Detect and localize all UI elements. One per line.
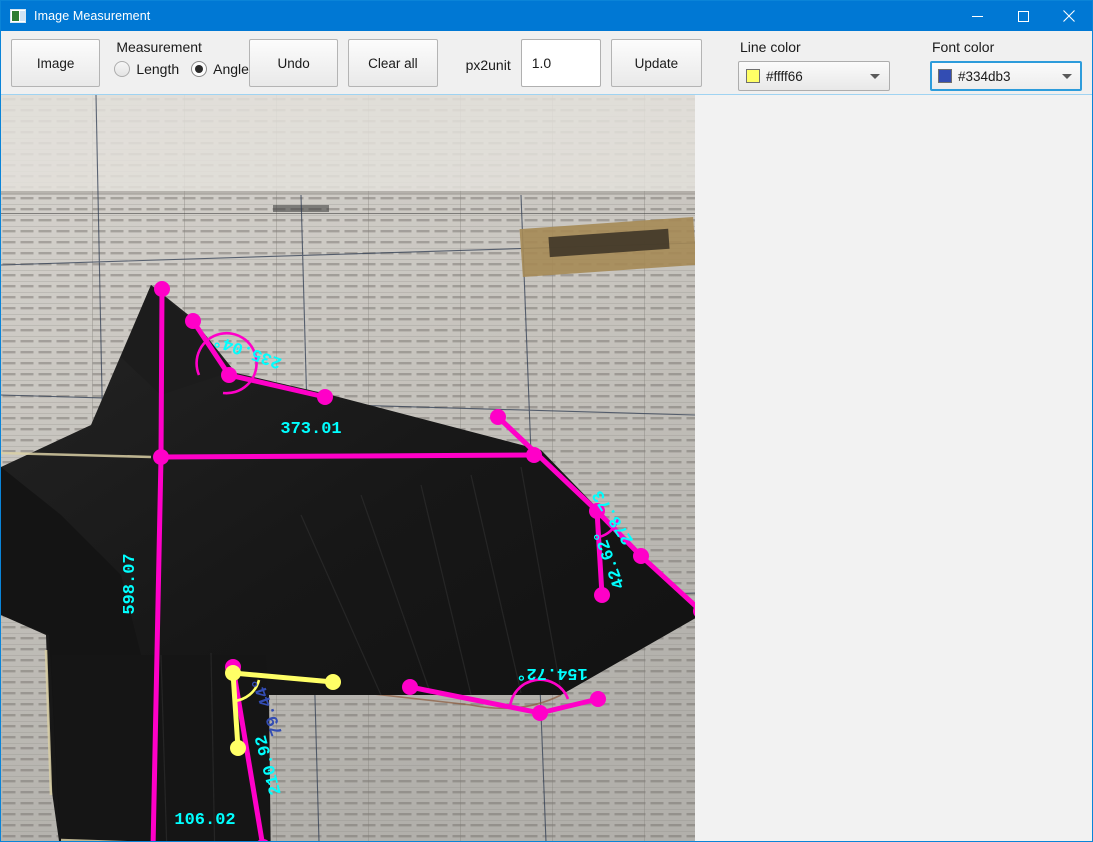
- close-button[interactable]: [1046, 1, 1092, 31]
- chevron-down-icon: [869, 73, 880, 79]
- px2unit-label: px2unit: [465, 56, 511, 73]
- line-color-group: Line color #ffff66: [737, 39, 890, 91]
- window-title: Image Measurement: [34, 9, 151, 23]
- image-icon: [10, 9, 26, 23]
- font-color-select[interactable]: #334db3: [929, 61, 1082, 91]
- radio-length-indicator: [114, 61, 131, 77]
- measurement-mode-group: Measurement Length Angle: [114, 39, 249, 91]
- radio-angle-indicator: [191, 61, 208, 77]
- line-color-label: Line color: [739, 39, 801, 55]
- radio-angle[interactable]: Angle: [191, 61, 249, 77]
- font-color-value: #334db3: [957, 68, 1011, 84]
- image-and-annotations: 373.01235.04°598.07278.7342.62°154.72°79…: [1, 95, 695, 841]
- font-color-group: Font color #334db3: [929, 39, 1082, 91]
- measurement-image[interactable]: 373.01 235.04° 598.07 278.73 42.62° 154.72° 79…: [1, 95, 695, 841]
- font-color-label: Font color: [931, 39, 995, 55]
- window-controls: [954, 1, 1092, 31]
- radio-angle-label: Angle: [213, 61, 249, 77]
- canvas-area[interactable]: 373.01 235.04° 598.07 278.73 42.62° 154.72° 79…: [1, 95, 1092, 841]
- measurement-radios: Length Angle: [114, 61, 249, 77]
- font-color-swatch: [937, 69, 952, 83]
- measurement-label-length-598: 598.07: [121, 553, 140, 614]
- minimize-button[interactable]: [954, 1, 1000, 31]
- radio-length[interactable]: Length: [114, 61, 179, 77]
- maximize-icon: [1017, 10, 1029, 22]
- measurement-label-angle-154: 154.72°: [516, 663, 587, 682]
- measurement-label-length-106: 106.02: [174, 811, 235, 830]
- clear-all-button[interactable]: Clear all: [348, 39, 438, 87]
- line-color-swatch: [745, 69, 760, 83]
- image-button[interactable]: Image: [11, 39, 101, 87]
- maximize-button[interactable]: [1000, 1, 1046, 31]
- measurement-label-length-373: 373.01: [280, 420, 341, 439]
- measurement-group-label: Measurement: [116, 39, 202, 55]
- radio-length-label: Length: [136, 61, 180, 77]
- px2unit-input[interactable]: [520, 39, 601, 87]
- toolbar: Image Measurement Length Angle Undo Clea…: [1, 31, 1092, 95]
- chevron-down-icon: [1061, 73, 1072, 79]
- line-color-value: #ffff66: [765, 68, 803, 84]
- title-bar: Image Measurement: [1, 1, 1092, 31]
- update-button[interactable]: Update: [610, 39, 702, 87]
- app-window: Image Measurement Image Measurement Leng…: [0, 0, 1093, 842]
- minimize-icon: [971, 15, 983, 17]
- undo-button[interactable]: Undo: [248, 39, 339, 87]
- line-color-select[interactable]: #ffff66: [737, 61, 890, 91]
- close-icon: [1063, 10, 1075, 22]
